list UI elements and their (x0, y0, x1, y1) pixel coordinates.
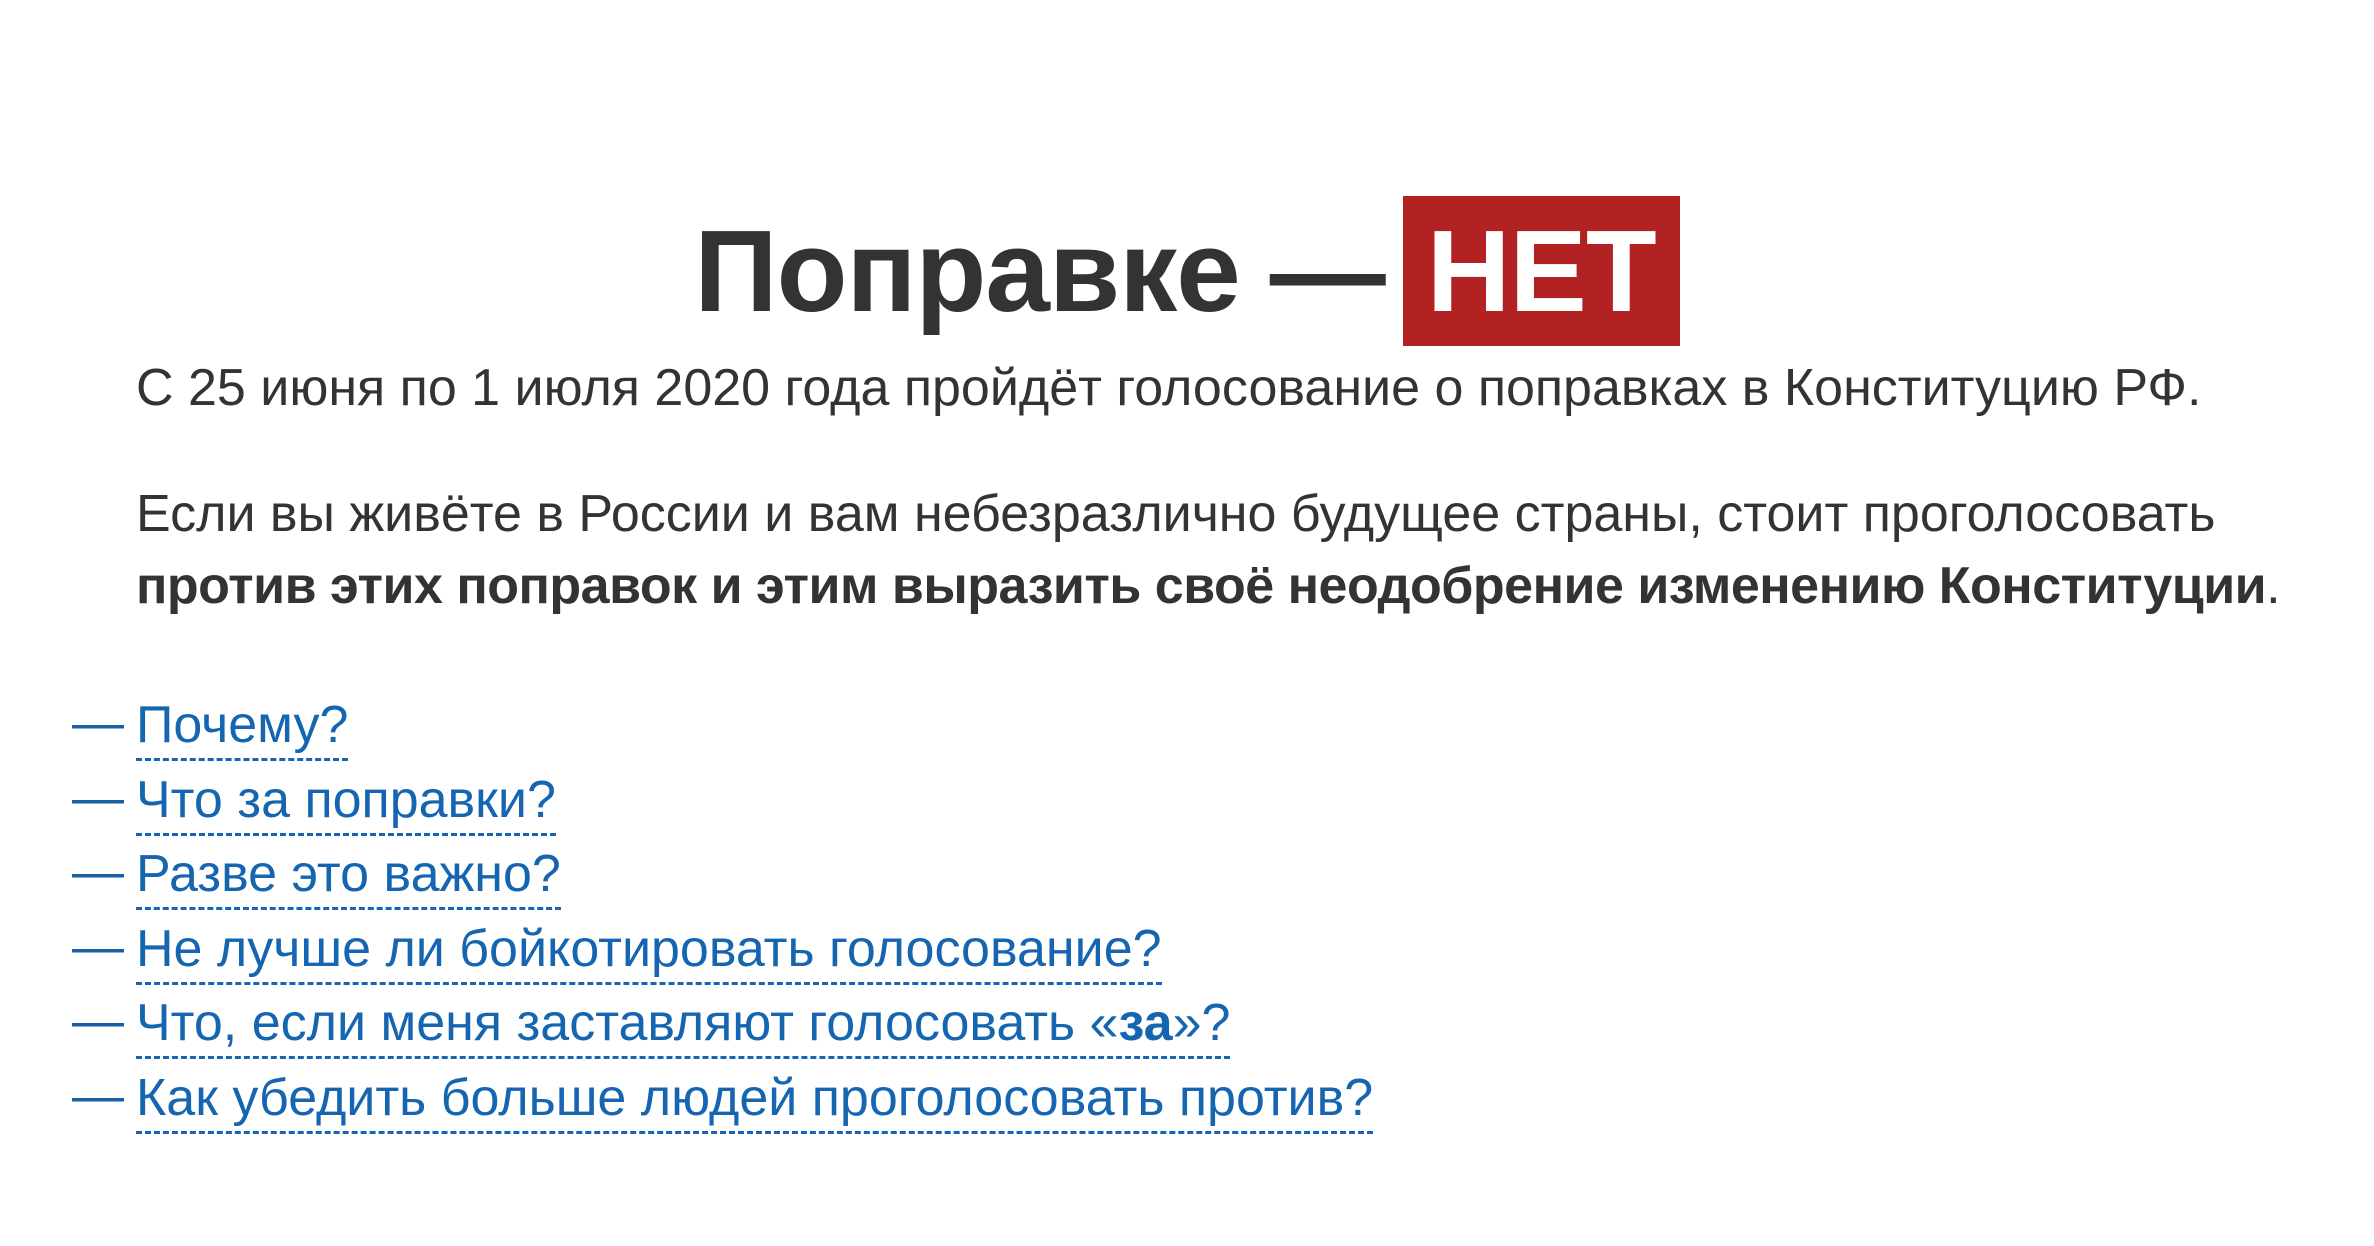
faq-link-amendments[interactable]: Что за поправки? (136, 761, 556, 836)
list-dash: — (72, 992, 124, 1050)
faq-link-convince[interactable]: Как убедить больше людей проголосовать п… (136, 1059, 1374, 1134)
appeal-paragraph: Если вы живёте в России и вам небезразли… (136, 478, 2286, 622)
list-dash: — (72, 694, 124, 752)
appeal-bold-text: против этих поправок и этим выразить сво… (136, 557, 2267, 615)
list-dash: — (72, 768, 124, 827)
faq-link-why[interactable]: Почему? (136, 686, 349, 761)
faq-link-forced-bold: за (1118, 994, 1173, 1052)
page: Поправке — НЕТ С 25 июня по 1 июля 2020 го… (0, 0, 2374, 1246)
faq-link-forced-before: Что, если меня заставляют голосовать « (136, 994, 1119, 1052)
appeal-line: Если вы живёте в России и вам небезразли… (136, 485, 2216, 543)
intro-paragraph: С 25 июня по 1 июля 2020 года пройдёт го… (136, 359, 2202, 417)
faq-link-importance[interactable]: Разве это важно? (136, 835, 561, 910)
list-dash: — (72, 917, 124, 976)
faq-link-forced-after: »? (1172, 994, 1231, 1052)
title-dash: — (1269, 205, 1386, 336)
list-dash: — (72, 843, 124, 901)
title-text: Поправке (694, 205, 1241, 336)
title-badge: НЕТ (1402, 195, 1680, 346)
faq-link-forced[interactable]: Что, если меня заставляют голосовать «за… (136, 984, 1231, 1059)
main-content: С 25 июня по 1 июля 2020 года пройдёт го… (136, 352, 2286, 622)
faq-link-boycott[interactable]: Не лучше ли бойкотировать голосование? (136, 910, 1162, 985)
appeal-period: . (2266, 557, 2281, 615)
appeal-bold-line: против этих поправок и этим выразить сво… (136, 550, 2286, 622)
page-title: Поправке — НЕТ (0, 195, 2374, 346)
list-dash: — (72, 1066, 124, 1125)
